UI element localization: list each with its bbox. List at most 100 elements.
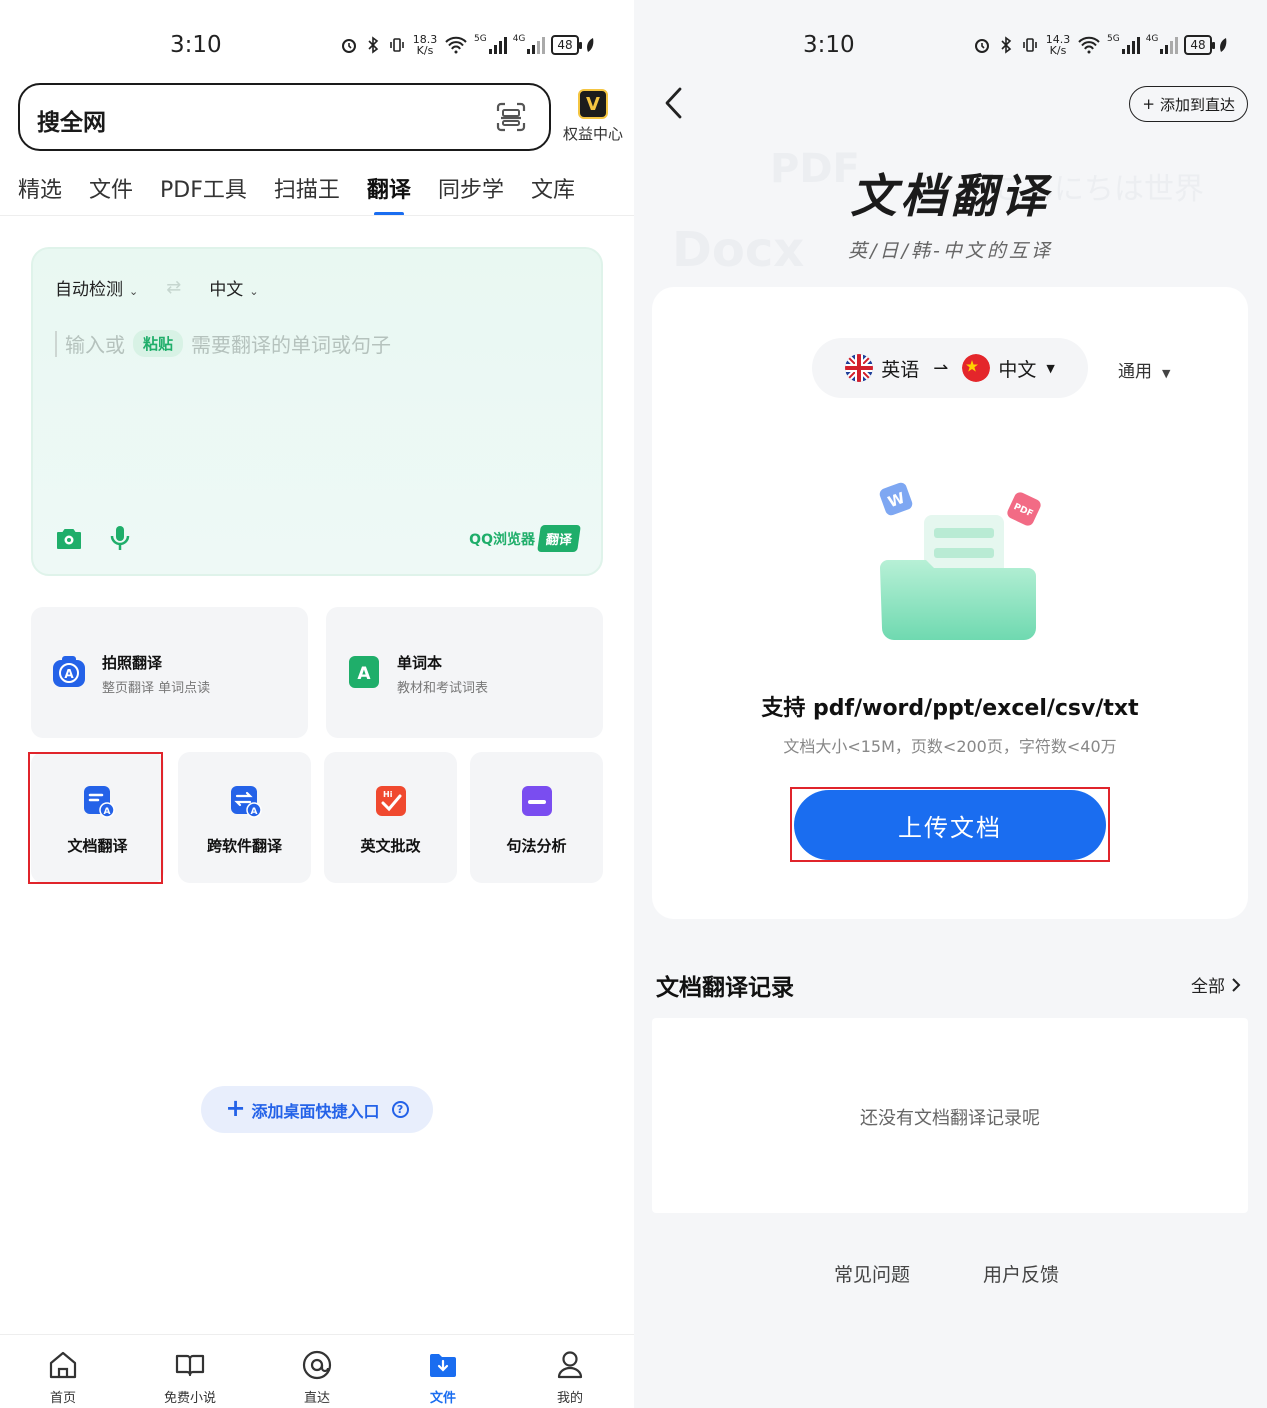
language-pair-selector[interactable]: 英语 ⇀ 中文 ▼: [812, 338, 1088, 398]
input-placeholder-prefix: 输入或: [65, 333, 125, 357]
tabs-divider: [0, 215, 634, 216]
svg-text:A: A: [357, 664, 371, 684]
cross-app-translate-icon: A: [230, 786, 262, 818]
translate-input-card[interactable]: 自动检测 ⌄ ⇄ 中文 ⌄ 输入或 粘贴 需要翻译的单词或句子 QQ浏览器 翻译: [31, 247, 603, 576]
nav-files[interactable]: 文件: [403, 1349, 483, 1406]
highlight-upload-button: [790, 787, 1110, 862]
faq-link[interactable]: 常见问题: [834, 1260, 910, 1287]
svg-text:Hi: Hi: [383, 790, 393, 799]
search-text: 搜全网: [37, 110, 106, 136]
svg-text:A: A: [250, 807, 257, 817]
plus-icon: +: [225, 1094, 246, 1122]
status-icons: 14.3 K/s 5G 4G 48: [973, 34, 1228, 56]
records-title: 文档翻译记录: [656, 975, 794, 1001]
tab-translate[interactable]: 翻译: [367, 172, 411, 216]
camera-icon[interactable]: [55, 526, 83, 552]
page-title: 文档翻译: [850, 169, 1051, 223]
nav-profile[interactable]: 我的: [530, 1349, 610, 1406]
nav-novels[interactable]: 免费小说: [150, 1349, 230, 1406]
signal-icon: [488, 36, 507, 54]
plus-icon: +: [1142, 95, 1155, 113]
add-to-direct-button[interactable]: + 添加到直达: [1129, 86, 1248, 122]
source-language-select[interactable]: 自动检测 ⌄: [55, 275, 138, 300]
home-icon: [49, 1351, 77, 1379]
records-all-link[interactable]: 全部: [1191, 972, 1241, 997]
vip-icon: V: [578, 89, 608, 119]
target-language: 中文: [998, 358, 1037, 381]
scan-icon[interactable]: [495, 101, 527, 133]
records-list: 还没有文档翻译记录呢: [652, 1018, 1248, 1213]
top-tabs: 精选 文件 PDF工具 扫描王 翻译 同步学 文库: [18, 172, 602, 216]
screenshot-root: 3:10 18.3 K/s 5G 4G 48 搜全网 V 权益中心 精选 文件 …: [0, 0, 1267, 1408]
bottom-nav: 首页 免费小说 直达 文件 我的: [0, 1334, 634, 1408]
alarm-icon: [975, 39, 989, 53]
feature-title: 单词本: [397, 654, 443, 672]
feature-essay-correct[interactable]: Hi 英文批改: [324, 752, 457, 883]
swap-languages-icon[interactable]: ⇄: [166, 277, 181, 298]
brand-name: QQ浏览器: [469, 531, 535, 548]
battery-indicator: 48: [551, 35, 583, 55]
signal-icon: [1121, 36, 1140, 54]
sig1-label: 5G: [474, 34, 487, 44]
tab-sync-learn[interactable]: 同步学: [438, 172, 504, 216]
tab-library[interactable]: 文库: [531, 172, 575, 216]
text-caret: [55, 330, 57, 357]
net-speed: 18.3 K/s: [412, 33, 438, 57]
sig2-label: 4G: [1145, 34, 1159, 44]
direct-icon: [302, 1350, 332, 1380]
mode-select[interactable]: 通用 ▼: [1118, 357, 1170, 382]
feature-photo-translate[interactable]: A 拍照翻译 整页翻译 单词点读: [31, 607, 308, 738]
target-language-select[interactable]: 中文 ⌄: [209, 275, 258, 300]
add-desktop-shortcut-button[interactable]: + 添加桌面快捷入口 ?: [201, 1086, 433, 1133]
tab-files[interactable]: 文件: [89, 172, 133, 216]
signal2-icon: [527, 36, 546, 54]
status-icons: 18.3 K/s 5G 4G 48: [340, 34, 595, 56]
tab-pdf-tools[interactable]: PDF工具: [160, 172, 247, 216]
syntax-analysis-icon: [521, 786, 552, 816]
nav-direct[interactable]: 直达: [277, 1349, 357, 1406]
feedback-link[interactable]: 用户反馈: [983, 1260, 1059, 1287]
records-empty-text: 还没有文档翻译记录呢: [860, 1108, 1040, 1129]
bluetooth-icon: [368, 36, 379, 54]
file-limits: 文档大小<15M，页数<200页，字符数<40万: [783, 737, 1117, 756]
rights-center-button[interactable]: V 权益中心: [558, 89, 628, 144]
doc-translate-panel: 3:10 14.3 K/s 5G 4G 48 + 添加到直达 PDF Docx こ…: [634, 0, 1267, 1408]
paste-button[interactable]: 粘贴: [133, 330, 184, 357]
bluetooth-icon: [1001, 36, 1012, 54]
battery-indicator: 48: [1184, 35, 1216, 55]
wordbook-icon: A: [349, 656, 379, 688]
vibrate-icon: [390, 38, 404, 52]
arrow-right-icon: ⇀: [933, 357, 949, 379]
sig2-label: 4G: [512, 34, 526, 44]
nav-home[interactable]: 首页: [23, 1349, 103, 1406]
svg-text:A: A: [64, 667, 74, 681]
translate-text-input[interactable]: 输入或 粘贴 需要翻译的单词或句子: [55, 329, 391, 358]
feature-syntax-analysis[interactable]: 句法分析: [470, 752, 603, 883]
back-arrow-icon[interactable]: [662, 86, 686, 120]
feature-title: 拍照翻译: [102, 654, 163, 672]
essay-correct-icon: Hi: [375, 786, 406, 816]
feature-wordbook[interactable]: A 单词本 教材和考试词表: [326, 607, 603, 738]
dropdown-triangle-icon: ▼: [1162, 367, 1171, 380]
signal2-icon: [1160, 36, 1179, 54]
microphone-icon[interactable]: [109, 524, 131, 552]
feature-subtitle: 整页翻译 单词点读: [102, 681, 211, 696]
search-box[interactable]: 搜全网: [18, 83, 551, 151]
leaf-icon: [1219, 38, 1227, 52]
page-subtitle: 英/日/韩-中文的互译: [848, 240, 1053, 262]
user-icon: [557, 1351, 583, 1379]
feature-label: 跨软件翻译: [206, 837, 282, 855]
help-icon[interactable]: ?: [391, 1101, 409, 1118]
dropdown-triangle-icon: ▼: [1046, 361, 1055, 375]
tab-featured[interactable]: 精选: [18, 172, 62, 216]
feature-cross-app-translate[interactable]: A 跨软件翻译: [178, 752, 311, 883]
tab-scanner[interactable]: 扫描王: [274, 172, 340, 216]
shortcut-label: 添加桌面快捷入口: [251, 1101, 380, 1121]
sig1-label: 5G: [1107, 34, 1120, 44]
wifi-icon: [1078, 36, 1100, 54]
feature-subtitle: 教材和考试词表: [397, 681, 489, 696]
source-language: 英语: [881, 358, 920, 381]
qq-browser-translate-badge: QQ浏览器 翻译: [469, 525, 581, 552]
chevron-right-icon: [1232, 977, 1241, 992]
file-download-icon: [430, 1354, 456, 1377]
